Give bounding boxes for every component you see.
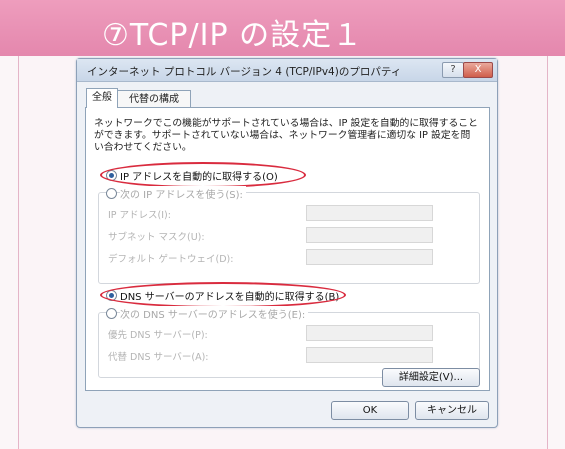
- default-gateway-label: デフォルト ゲートウェイ(D):: [108, 254, 234, 265]
- preferred-dns-field[interactable]: [306, 325, 433, 341]
- help-button[interactable]: ?: [442, 62, 464, 78]
- ip-address-label: IP アドレス(I):: [108, 210, 171, 221]
- close-button[interactable]: X: [463, 62, 493, 78]
- advanced-button[interactable]: 詳細設定(V)...: [382, 368, 480, 387]
- ip-manual-label[interactable]: 次の IP アドレスを使う(S):: [120, 186, 246, 201]
- dialog-title: インターネット プロトコル バージョン 4 (TCP/IPv4)のプロパティ: [87, 66, 402, 78]
- description-text: ネットワークでこの機能がサポートされている場合は、IP 設定を自動的に取得するこ…: [94, 118, 478, 153]
- tcpip-properties-dialog: インターネット プロトコル バージョン 4 (TCP/IPv4)のプロパティ ?…: [76, 58, 498, 428]
- alternate-dns-field[interactable]: [306, 347, 433, 363]
- section-banner: ⑦TCP/IP の設定１: [0, 0, 565, 56]
- dns-manual-radio[interactable]: [106, 308, 117, 319]
- ip-manual-radio[interactable]: [106, 188, 117, 199]
- preferred-dns-label: 優先 DNS サーバー(P):: [108, 330, 208, 341]
- subnet-mask-field[interactable]: [306, 227, 433, 243]
- highlight-ellipse-dns: [100, 282, 346, 308]
- ok-button[interactable]: OK: [331, 401, 409, 420]
- dialog-titlebar[interactable]: インターネット プロトコル バージョン 4 (TCP/IPv4)のプロパティ ?…: [77, 59, 497, 82]
- alternate-dns-label: 代替 DNS サーバー(A):: [108, 352, 209, 363]
- tab-general[interactable]: 全般: [86, 88, 118, 108]
- banner-title: ⑦TCP/IP の設定１: [102, 18, 364, 53]
- ip-address-field[interactable]: [306, 205, 433, 221]
- page: ⑦TCP/IP の設定１ インターネット プロトコル バージョン 4 (TCP/…: [0, 0, 565, 449]
- dns-manual-label[interactable]: 次の DNS サーバーのアドレスを使う(E):: [120, 306, 309, 321]
- subnet-mask-label: サブネット マスク(U):: [108, 232, 205, 243]
- highlight-ellipse-ip: [100, 162, 306, 188]
- tab-alternate-configuration[interactable]: 代替の構成: [117, 90, 191, 108]
- general-tab-panel: ネットワークでこの機能がサポートされている場合は、IP 設定を自動的に取得するこ…: [85, 107, 490, 391]
- default-gateway-field[interactable]: [306, 249, 433, 265]
- cancel-button[interactable]: キャンセル: [415, 401, 489, 420]
